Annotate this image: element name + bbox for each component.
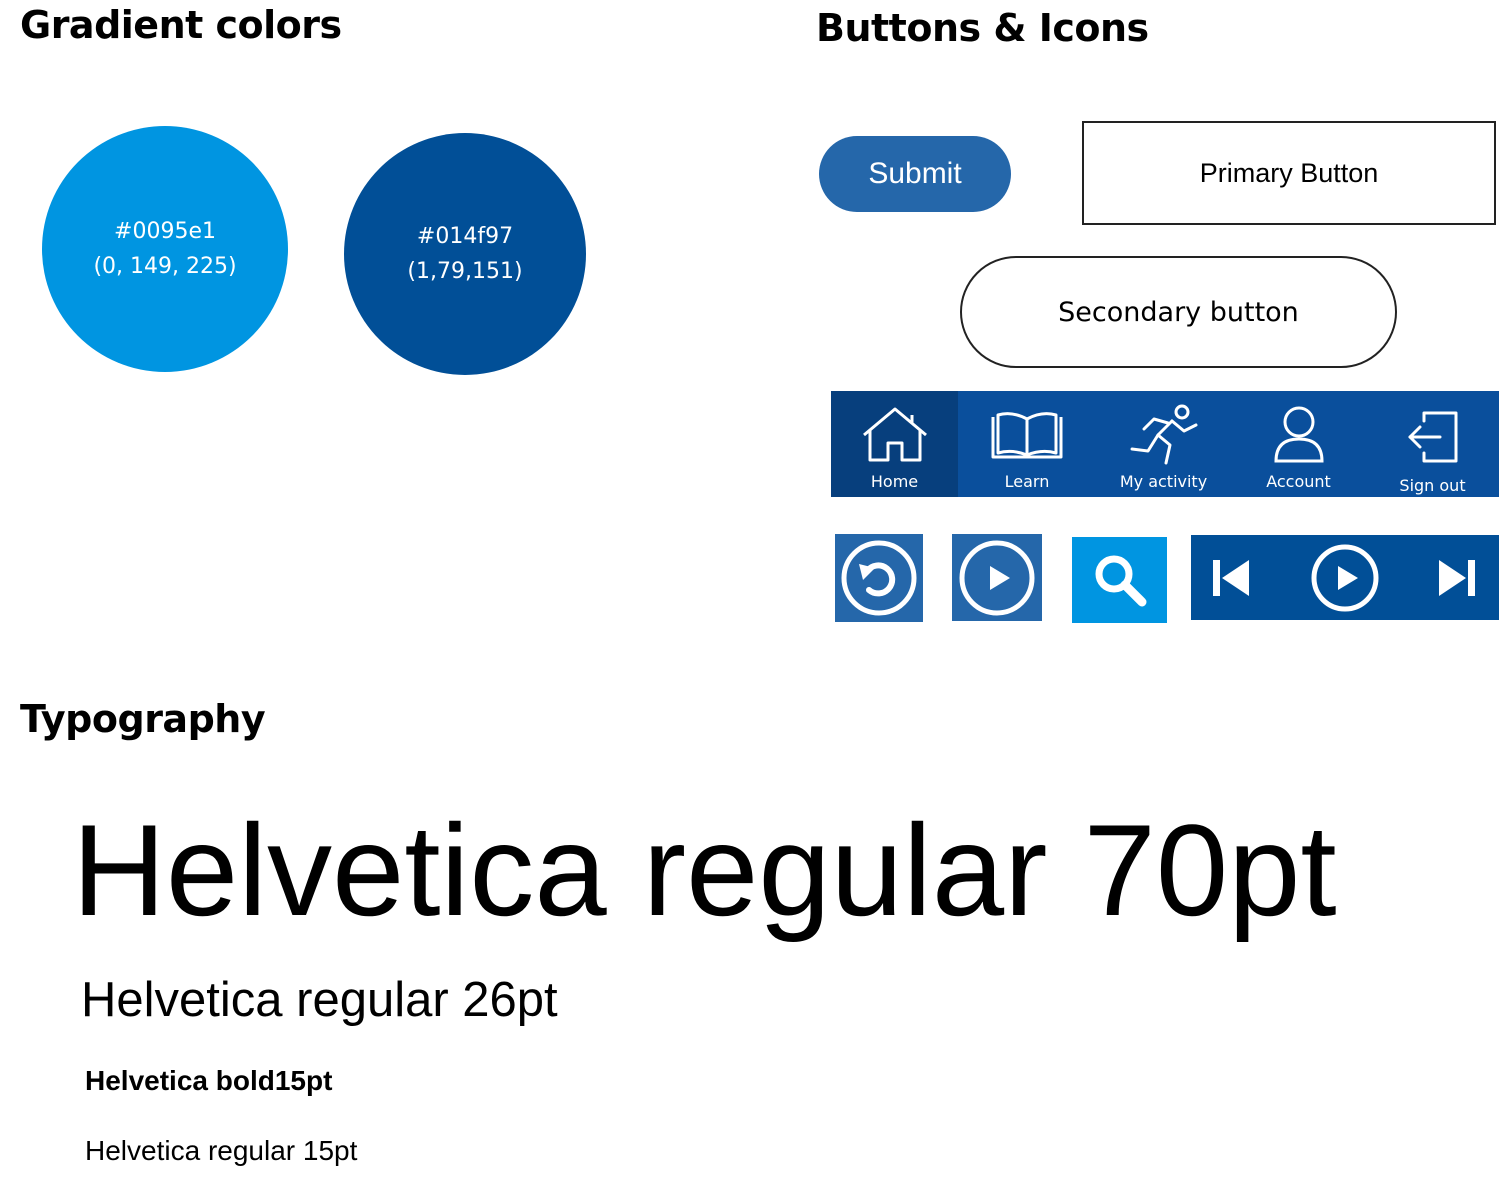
book-icon	[991, 412, 1063, 459]
bottom-navigation-bar: Home Learn My activity Account Sign out	[831, 391, 1499, 497]
sign-out-icon	[1408, 411, 1457, 463]
nav-label: Account	[1266, 472, 1331, 491]
typography-heading: Typography	[20, 697, 266, 741]
typography-sample-26pt: Helvetica regular 26pt	[81, 973, 558, 1027]
play-circle-icon	[1311, 544, 1379, 611]
play-icon	[959, 540, 1035, 615]
nav-label: My activity	[1119, 472, 1208, 491]
gradient-colors-heading: Gradient colors	[20, 3, 342, 47]
skip-forward-icon	[1439, 559, 1475, 596]
typography-sample-bold-15pt: Helvetica bold15pt	[85, 1065, 333, 1096]
nav-item-account[interactable]: Account	[1231, 391, 1366, 497]
search-button[interactable]	[1072, 537, 1167, 623]
search-icon	[1095, 555, 1146, 607]
running-person-icon	[1130, 404, 1197, 465]
nav-item-learn[interactable]: Learn	[958, 391, 1096, 497]
nav-item-home[interactable]: Home	[831, 391, 958, 497]
nav-item-sign-out[interactable]: Sign out	[1366, 391, 1499, 497]
typography-sample-regular-15pt: Helvetica regular 15pt	[85, 1135, 358, 1166]
skip-forward-button[interactable]	[1417, 535, 1497, 620]
play-circle-button[interactable]	[1301, 535, 1389, 620]
user-icon	[1273, 406, 1324, 463]
nav-label: Home	[870, 472, 919, 491]
swatch-hex: #0095e1	[114, 219, 216, 244]
nav-label: Sign out	[1399, 476, 1466, 495]
swatch-rgb: (0, 149, 225)	[93, 254, 237, 279]
typography-sample-70pt: Helvetica regular 70pt	[72, 797, 1337, 943]
primary-button[interactable]: Primary Button	[1082, 121, 1496, 225]
home-icon	[862, 407, 927, 462]
swatch-hex: #014f97	[416, 224, 514, 249]
skip-back-icon	[1213, 559, 1249, 596]
nav-item-my-activity[interactable]: My activity	[1096, 391, 1231, 497]
buttons-icons-heading: Buttons & Icons	[816, 6, 1149, 50]
skip-back-button[interactable]	[1191, 535, 1271, 620]
media-controls	[1191, 535, 1499, 620]
replay-button[interactable]	[835, 534, 923, 622]
color-swatch-dark: #014f97 (1,79,151)	[344, 133, 586, 375]
nav-label: Learn	[1004, 472, 1050, 491]
play-button[interactable]	[952, 534, 1042, 621]
color-swatch-light: #0095e1 (0, 149, 225)	[42, 126, 288, 372]
submit-button[interactable]: Submit	[819, 136, 1011, 212]
secondary-button[interactable]: Secondary button	[960, 256, 1397, 368]
swatch-rgb: (1,79,151)	[407, 259, 523, 284]
replay-icon	[841, 540, 917, 616]
